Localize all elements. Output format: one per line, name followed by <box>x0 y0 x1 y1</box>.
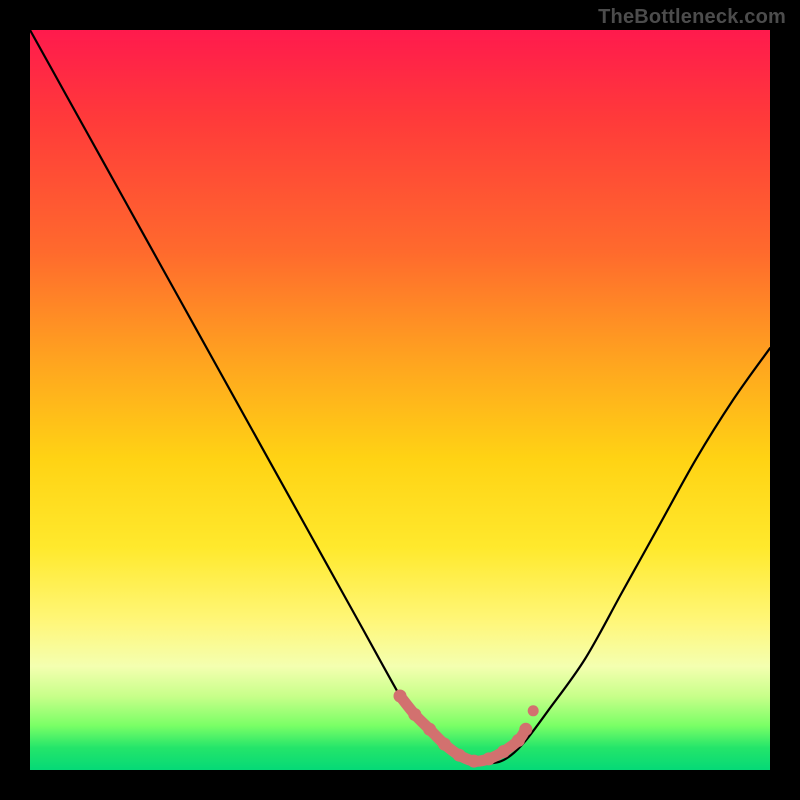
marker-dot <box>453 749 466 762</box>
marker-dot <box>519 723 532 736</box>
marker-dot <box>528 705 539 716</box>
marker-dot <box>438 738 451 751</box>
marker-dot <box>423 723 436 736</box>
marker-dot <box>408 708 421 721</box>
marker-dot <box>497 745 510 758</box>
bottleneck-curve <box>30 30 770 764</box>
watermark-text: TheBottleneck.com <box>598 6 786 29</box>
marker-dot <box>482 752 495 765</box>
marker-dot <box>394 690 407 703</box>
chart-frame: TheBottleneck.com <box>0 0 800 800</box>
marker-dot <box>512 734 525 747</box>
chart-svg <box>30 30 770 770</box>
plot-area <box>30 30 770 770</box>
marker-dot <box>468 755 481 768</box>
